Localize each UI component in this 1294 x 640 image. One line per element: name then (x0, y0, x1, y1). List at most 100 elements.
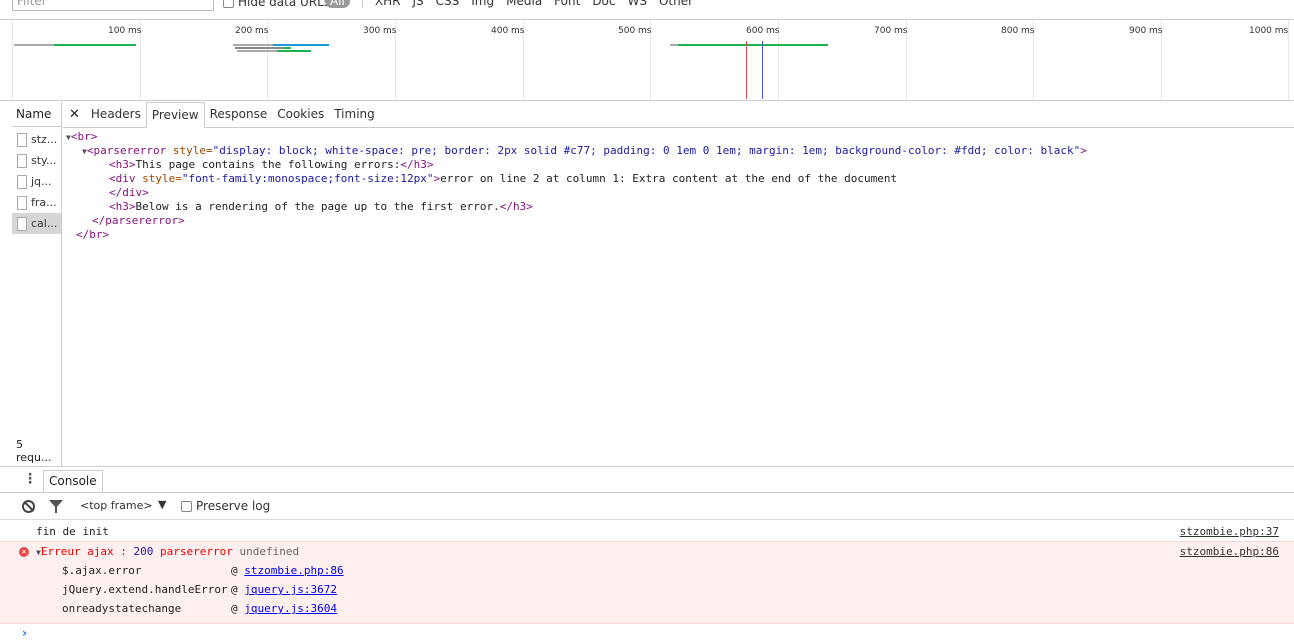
filter-media[interactable]: Media (506, 0, 542, 8)
request-list: Name stz... sty... jq... fra... cal... 5… (12, 102, 62, 466)
stack-link[interactable]: jquery.js:3672 (244, 583, 337, 596)
tree-node-div-close[interactable]: </div> (109, 186, 149, 200)
tag-text: </h3> (499, 200, 533, 213)
attr-value: "display: block; white-space: pre; borde… (212, 144, 1081, 157)
checkbox-icon[interactable] (223, 0, 234, 8)
node-text: Below is a rendering of the page up to t… (135, 200, 500, 213)
request-bar (235, 47, 283, 49)
tick-label: 500 ms (618, 26, 652, 36)
tree-node-parsererror-close[interactable]: </parsererror> (92, 214, 185, 228)
request-item[interactable]: jq... (12, 171, 61, 192)
tag-text: <h3> (109, 200, 136, 213)
request-bar (678, 44, 828, 46)
file-icon (17, 174, 27, 189)
drawer-tabbar: ⋮ Console (0, 466, 1294, 493)
filter-js[interactable]: JS (412, 0, 423, 8)
tick-label: 900 ms (1129, 26, 1163, 36)
tab-console[interactable]: Console (43, 470, 103, 492)
request-bar (14, 44, 54, 46)
filter-font[interactable]: Font (554, 0, 580, 8)
tab-timing[interactable]: Timing (329, 102, 380, 127)
request-bar (670, 44, 678, 46)
filter-bar: Filter Hide data URLs All XHR JS CSS Img… (0, 0, 1294, 14)
more-vertical-icon[interactable]: ⋮ (23, 471, 37, 487)
tick-line: 100 ms (108, 20, 142, 100)
tick-label: 1000 ms (1249, 26, 1289, 36)
type-filters: All XHR JS CSS Img Media Font Doc WS Oth… (325, 0, 693, 8)
filter-all[interactable]: All (325, 0, 350, 8)
source-link[interactable]: stzombie.php:37 (1180, 525, 1279, 538)
network-overview[interactable]: 100 ms 200 ms 300 ms 400 ms 500 ms 600 m… (0, 19, 1294, 101)
filter-icon[interactable] (49, 500, 63, 513)
domcontentloaded-line (762, 41, 763, 99)
stack-frame: @ jquery.js:3604 (231, 602, 337, 615)
filter-doc[interactable]: Doc (592, 0, 615, 8)
tree-node-br-close[interactable]: </br> (76, 228, 109, 242)
tree-node-h3[interactable]: <h3>This page contains the following err… (109, 158, 434, 172)
request-bar (237, 50, 277, 52)
tick-line: 300 ms (363, 20, 397, 100)
filter-input[interactable]: Filter (12, 0, 214, 11)
filter-ws[interactable]: WS (628, 0, 647, 8)
request-item-selected[interactable]: cal... (12, 213, 61, 234)
clear-console-icon[interactable] (22, 500, 35, 513)
tree-node-h3[interactable]: <h3>Below is a rendering of the page up … (109, 200, 533, 214)
source-link[interactable]: stzombie.php:86 (1180, 545, 1279, 558)
preserve-log-checkbox[interactable]: Preserve log (181, 499, 270, 513)
tag-text: <div (109, 172, 136, 185)
console-message: fin de init stzombie.php:37 (0, 525, 1294, 541)
tag-text: </br> (76, 228, 110, 241)
request-item[interactable]: stz... (12, 129, 61, 150)
tab-preview[interactable]: Preview (145, 102, 205, 128)
close-icon[interactable]: ✕ (63, 102, 86, 127)
stack-link[interactable]: jquery.js:3604 (244, 602, 337, 615)
filter-css[interactable]: CSS (436, 0, 460, 8)
message-text: fin de init (36, 525, 109, 538)
file-icon (17, 195, 27, 210)
console-prompt[interactable]: › (22, 626, 27, 640)
stack-frame: @ jquery.js:3672 (231, 583, 337, 596)
request-item[interactable]: sty... (12, 150, 61, 171)
name-column-header[interactable]: Name (12, 102, 61, 127)
filter-xhr[interactable]: XHR (375, 0, 401, 8)
tick-line (12, 20, 13, 100)
stack-fn: $.ajax.error (62, 564, 142, 577)
tab-cookies[interactable]: Cookies (272, 102, 329, 127)
request-name: sty... (31, 154, 57, 167)
divider (361, 0, 363, 7)
filter-other[interactable]: Other (659, 0, 693, 8)
tick-line: 400 ms (491, 20, 525, 100)
request-bar (233, 44, 273, 46)
file-icon (17, 153, 27, 168)
tag-text: > (1080, 144, 1087, 157)
tag-text: </h3> (400, 158, 434, 171)
request-name: cal... (31, 217, 58, 230)
tick-line: 500 ms (618, 20, 652, 100)
request-bar (283, 47, 291, 49)
request-bar (273, 44, 329, 46)
tick-label: 300 ms (363, 26, 397, 36)
request-item[interactable]: fra... (12, 192, 61, 213)
attr-name: style= (135, 172, 182, 185)
hide-data-urls-checkbox[interactable]: Hide data URLs (223, 0, 330, 9)
tag-text: <h3> (109, 158, 136, 171)
dropdown-arrow-icon[interactable]: ▼ (158, 498, 166, 511)
tab-headers[interactable]: Headers (86, 102, 146, 127)
tree-node-parsererror[interactable]: ▼<parsererror style="display: block; whi… (82, 144, 1087, 159)
frame-select[interactable]: <top frame> (80, 499, 153, 512)
tag-text: <br> (70, 130, 98, 143)
tick-line: 800 ms (1001, 20, 1035, 100)
tree-node-br[interactable]: ▼<br> (66, 130, 97, 145)
stack-fn: jQuery.extend.handleError (62, 583, 228, 596)
request-name: jq... (31, 175, 52, 188)
error-summary[interactable]: ▼Erreur ajax : 200 parsererror undefined (36, 545, 299, 558)
preview-tree: ▼<br> ▼<parsererror style="display: bloc… (66, 130, 1291, 460)
preserve-log-label: Preserve log (196, 499, 271, 513)
request-name: fra... (31, 196, 57, 209)
tick-line: 600 ms (746, 20, 780, 100)
checkbox-icon[interactable] (181, 500, 192, 512)
tree-node-div[interactable]: <div style="font-family:monospace;font-s… (109, 172, 897, 186)
tab-response[interactable]: Response (205, 102, 273, 127)
filter-img[interactable]: Img (471, 0, 494, 8)
stack-link[interactable]: stzombie.php:86 (244, 564, 343, 577)
